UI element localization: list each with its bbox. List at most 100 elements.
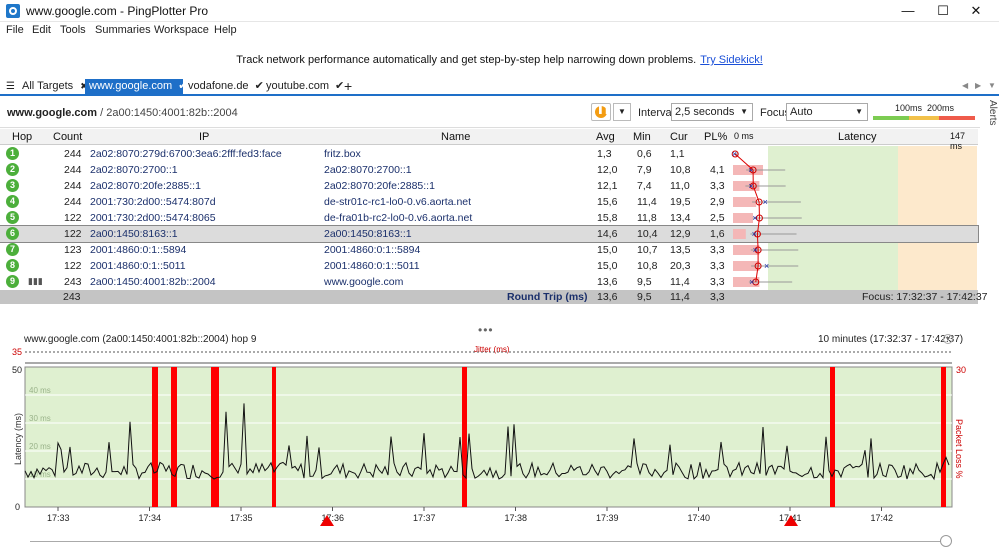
threshold-bad-bar	[939, 116, 975, 120]
name-cell: 2a02:8070:20fe:2885::1	[324, 180, 435, 192]
tab-scroll-right-icon[interactable]: ▶	[975, 81, 981, 90]
avg-cell: 1,3	[597, 148, 612, 160]
time-scroll-thumb[interactable]	[940, 535, 952, 547]
min-cell: 11,8	[637, 212, 657, 224]
count-cell: 123	[64, 244, 82, 256]
target-host: www.google.com	[7, 107, 98, 119]
tab-vodafone-label: vodafone.de	[188, 80, 249, 92]
graph-indicator-icon[interactable]: ▮▮▮	[28, 276, 43, 287]
col-cur[interactable]: Cur	[670, 131, 688, 143]
x-tick-label: 17:34	[139, 513, 162, 523]
gridline-label: 40 ms	[29, 386, 51, 395]
menu-summaries[interactable]: Summaries	[95, 24, 151, 36]
pl-cell: 1,6	[710, 228, 725, 240]
cur-cell: 19,5	[670, 196, 691, 208]
current-marker: ×	[749, 277, 754, 287]
target-header: www.google.com / 2a00:1450:4001:82b::200…	[0, 98, 980, 128]
pause-button[interactable]	[591, 103, 611, 121]
avg-cell: 12,1	[597, 180, 618, 192]
menu-workspace[interactable]: Workspace	[154, 24, 209, 36]
col-pl[interactable]: PL%	[704, 131, 727, 143]
pause-dropdown-button[interactable]: ▼	[613, 103, 631, 121]
tab-menu-icon[interactable]: ▼	[988, 81, 996, 90]
timeline-graph: Jitter (ms) 35 50 0 30 Latency (ms) Packet Los…	[12, 345, 966, 526]
focus-select[interactable]: Auto ▼	[786, 103, 868, 121]
hop-number-badge: 3	[6, 179, 19, 192]
packet-loss-spike	[941, 367, 946, 507]
summary-cur: 11,4	[670, 291, 690, 303]
pl-cell: 3,3	[710, 244, 725, 256]
current-marker: ×	[764, 261, 769, 271]
hop-number-badge: 5	[6, 211, 19, 224]
name-cell: www.google.com	[324, 276, 404, 288]
menu-edit[interactable]: Edit	[32, 24, 51, 36]
ip-cell: 2a02:8070:20fe:2885::1	[90, 180, 201, 192]
pingplotter-app-icon	[6, 4, 20, 18]
tab-vodafone[interactable]: vodafone.de ✔	[184, 79, 268, 94]
col-avg[interactable]: Avg	[596, 131, 615, 143]
try-sidekick-link[interactable]: Try Sidekick!	[700, 54, 763, 66]
x-tick-label: 17:35	[230, 513, 253, 523]
packet-loss-spike	[830, 367, 835, 507]
summary-pl: 3,3	[710, 291, 725, 303]
cur-cell: 11,0	[670, 180, 690, 192]
col-hop[interactable]: Hop	[12, 131, 32, 143]
hop-number-badge: 9	[6, 275, 19, 288]
col-latency[interactable]: Latency	[838, 131, 877, 143]
current-marker: ×	[732, 149, 737, 159]
name-cell: 2a02:8070:2700::1	[324, 164, 412, 176]
tab-google[interactable]: www.google.com ✔	[85, 79, 187, 94]
cur-cell: 12,9	[670, 228, 691, 240]
list-icon[interactable]: ☰	[6, 81, 15, 92]
pl-cell: 2,9	[710, 196, 725, 208]
add-target-button[interactable]: +	[344, 78, 352, 94]
panel-splitter-handle[interactable]: •••	[478, 323, 494, 337]
min-cell: 10,7	[637, 244, 658, 256]
threshold-200-label: 200ms	[927, 103, 955, 113]
col-name[interactable]: Name	[441, 131, 470, 143]
tab-scroll-left-icon[interactable]: ◀	[962, 81, 968, 90]
packet-loss-spike	[171, 367, 177, 507]
interval-select[interactable]: 2,5 seconds ▼	[671, 103, 753, 121]
name-cell: de-fra01b-rc2-lo0-0.v6.aorta.net	[324, 212, 473, 224]
name-cell: 2001:4860:0:1::5011	[324, 260, 420, 272]
target-tab-bar: ☰ All Targets ✖ www.google.com ✔ vodafon…	[0, 78, 999, 96]
cur-cell: 13,5	[670, 244, 691, 256]
summary-count: 243	[63, 291, 81, 303]
cur-cell: 20,3	[670, 260, 691, 272]
alerts-side-tab[interactable]: Alerts	[982, 100, 998, 160]
current-marker: ×	[752, 213, 757, 223]
summary-avg: 13,6	[597, 291, 618, 303]
packet-loss-spike	[152, 367, 158, 507]
hop-number-badge: 2	[6, 163, 19, 176]
focus-range: Focus: 17:32:37 - 17:42:37	[862, 291, 988, 303]
count-cell: 122	[64, 228, 82, 240]
jitter-label: Jitter (ms)	[474, 345, 510, 354]
close-window-button[interactable]: ✕	[953, 0, 999, 22]
menu-file[interactable]: File	[6, 24, 24, 36]
avg-cell: 14,6	[597, 228, 618, 240]
name-cell: de-str01c-rc1-lo0-0.v6.aorta.net	[324, 196, 472, 208]
time-scroll-track[interactable]	[30, 541, 945, 542]
col-ip[interactable]: IP	[199, 131, 209, 143]
chevron-down-icon: ▼	[740, 107, 748, 116]
hop-number-badge: 6	[6, 227, 19, 240]
tab-all-targets[interactable]: All Targets ✖	[18, 79, 92, 94]
check-icon: ✔	[335, 80, 345, 92]
packet-loss-spike	[272, 367, 276, 507]
col-count[interactable]: Count	[53, 131, 82, 143]
menu-help[interactable]: Help	[214, 24, 237, 36]
tab-youtube[interactable]: youtube.com ✔	[262, 79, 348, 94]
col-min[interactable]: Min	[633, 131, 651, 143]
hop-number-badge: 8	[6, 259, 19, 272]
threshold-warn-bar	[909, 116, 939, 120]
current-marker: ×	[753, 245, 758, 255]
window-title: www.google.com - PingPlotter Pro	[26, 4, 209, 18]
count-cell: 244	[64, 180, 82, 192]
trace-table-header: Hop Count IP Name Avg Min Cur PL% 0 ms L…	[0, 129, 978, 151]
menu-tools[interactable]: Tools	[60, 24, 86, 36]
latency-graph-column: ×××××××××	[731, 149, 802, 287]
round-trip-summary: 243 Round Trip (ms) 13,6 9,5 11,4 3,3 Fo…	[0, 290, 988, 304]
avg-cell: 15,0	[597, 244, 618, 256]
summary-label: Round Trip (ms)	[507, 291, 588, 303]
